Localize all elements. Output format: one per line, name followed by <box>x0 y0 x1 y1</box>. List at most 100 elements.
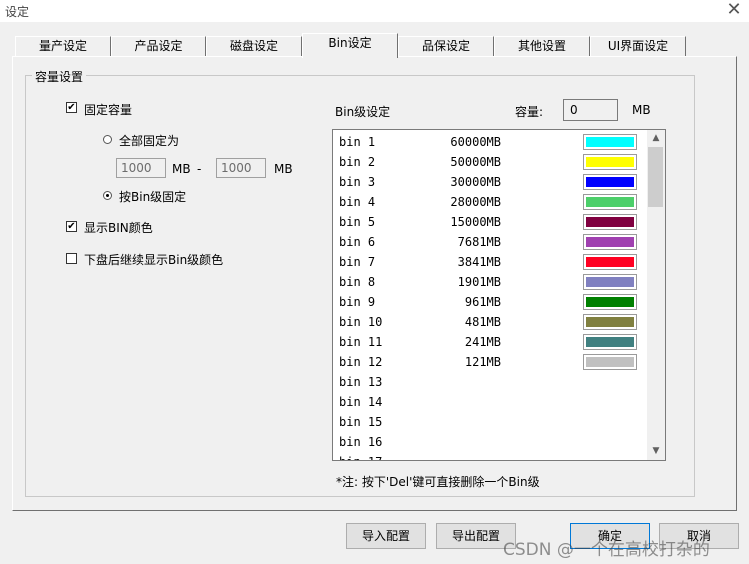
bin-color-swatch[interactable] <box>583 294 637 310</box>
list-item[interactable]: bin 15 <box>333 412 649 432</box>
bin-color-fill <box>586 317 634 327</box>
tab-other[interactable]: 其他设置 <box>494 36 590 57</box>
bin-color-swatch[interactable] <box>583 274 637 290</box>
bin-name: bin 14 <box>339 395 383 409</box>
scroll-down-icon[interactable]: ▼ <box>647 443 665 460</box>
show-bin-color-checkbox[interactable]: ✔ <box>66 221 77 232</box>
tab-disk[interactable]: 磁盘设定 <box>206 36 302 57</box>
fixed-capacity-label: 固定容量 <box>84 103 133 117</box>
range-to-input[interactable]: 1000 <box>216 158 266 178</box>
bin-name: bin 9 <box>339 295 376 309</box>
bin-color-swatch[interactable] <box>583 154 637 170</box>
list-item[interactable]: bin 8 1901MB <box>333 272 649 292</box>
bin-color-swatch[interactable] <box>583 314 637 330</box>
bin-capacity: 121MB <box>464 355 501 369</box>
bin-name: bin 6 <box>339 235 376 249</box>
bin-capacity: 50000MB <box>450 155 501 169</box>
list-item[interactable]: bin 11 241MB <box>333 332 649 352</box>
bin-color-fill <box>586 137 634 147</box>
bin-color-fill <box>586 257 634 267</box>
close-icon[interactable]: ✕ <box>722 0 746 22</box>
tab-mass-production[interactable]: 量产设定 <box>15 36 111 57</box>
bin-capacity: 3841MB <box>457 255 501 269</box>
all-fixed-label: 全部固定为 <box>119 134 180 148</box>
window-title: 设定 <box>5 5 30 19</box>
bin-name: bin 17 <box>339 455 382 460</box>
list-item[interactable]: bin 2 50000MB <box>333 152 649 172</box>
bin-name: bin 12 <box>339 355 383 369</box>
bin-capacity: 481MB <box>464 315 501 329</box>
list-item[interactable]: bin 6 7681MB <box>333 232 649 252</box>
bin-color-swatch[interactable] <box>583 254 637 270</box>
bin-list[interactable]: bin 1 60000MB bin 2 50000MB bin 3 30000MB bin … <box>332 129 666 461</box>
watermark: CSDN @一个在高校打杂的 <box>503 540 710 560</box>
list-item[interactable]: bin 16 <box>333 432 649 452</box>
import-config-button[interactable]: 导入配置 <box>346 523 426 549</box>
tab-ui[interactable]: UI界面设定 <box>590 36 686 57</box>
bin-capacity: 15000MB <box>450 215 501 229</box>
tab-product[interactable]: 产品设定 <box>111 36 206 57</box>
list-item[interactable]: bin 1 60000MB <box>333 132 649 152</box>
list-item[interactable]: bin 9 961MB <box>333 292 649 312</box>
list-item[interactable]: bin 10 481MB <box>333 312 649 332</box>
bin-name: bin 10 <box>339 315 383 329</box>
bin-list-scrollbar[interactable]: ▲ ▼ <box>647 130 665 460</box>
all-fixed-radio[interactable] <box>103 135 112 144</box>
bin-name: bin 15 <box>339 415 383 429</box>
bin-capacity: 961MB <box>464 295 501 309</box>
list-item[interactable]: bin 17 <box>333 452 649 460</box>
bin-capacity: 1901MB <box>457 275 501 289</box>
bin-capacity: 241MB <box>464 335 501 349</box>
list-item[interactable]: bin 4 28000MB <box>333 192 649 212</box>
bin-color-fill <box>586 277 634 287</box>
tab-bin[interactable]: Bin设定 <box>302 33 398 58</box>
capacity-input[interactable]: 0 <box>563 99 618 121</box>
bin-color-swatch[interactable] <box>583 354 637 370</box>
bin-color-fill <box>586 357 634 367</box>
by-bin-label: 按Bin级固定 <box>119 190 187 204</box>
bin-color-swatch[interactable] <box>583 334 637 350</box>
bin-capacity: 60000MB <box>450 135 501 149</box>
continue-show-color-checkbox[interactable] <box>66 253 77 264</box>
bin-name: bin 8 <box>339 275 376 289</box>
range-from-input[interactable]: 1000 <box>116 158 166 178</box>
tab-qa[interactable]: 品保设定 <box>398 36 494 57</box>
bin-name: bin 5 <box>339 215 376 229</box>
bin-name: bin 16 <box>339 435 383 449</box>
scroll-thumb[interactable] <box>648 147 663 207</box>
bin-color-fill <box>586 177 634 187</box>
title-bar <box>0 0 749 22</box>
bin-name: bin 2 <box>339 155 376 169</box>
list-item[interactable]: bin 14 <box>333 392 649 412</box>
bin-color-swatch[interactable] <box>583 134 637 150</box>
list-item[interactable]: bin 12 121MB <box>333 352 649 372</box>
continue-show-color-label: 下盘后继续显示Bin级颜色 <box>84 253 224 267</box>
capacity-label: 容量: <box>515 105 544 119</box>
bin-color-fill <box>586 157 634 167</box>
bin-color-swatch[interactable] <box>583 214 637 230</box>
list-item[interactable]: bin 3 30000MB <box>333 172 649 192</box>
bin-color-fill <box>586 237 634 247</box>
list-item[interactable]: bin 13 <box>333 372 649 392</box>
capacity-unit: MB <box>632 103 651 117</box>
bin-capacity: 7681MB <box>457 235 501 249</box>
list-item[interactable]: bin 5 15000MB <box>333 212 649 232</box>
bin-color-swatch[interactable] <box>583 234 637 250</box>
capacity-group-title: 容量设置 <box>32 68 87 85</box>
fixed-capacity-checkbox[interactable]: ✔ <box>66 102 77 113</box>
bin-capacity: 28000MB <box>450 195 501 209</box>
bin-color-fill <box>586 217 634 227</box>
list-item[interactable]: bin 7 3841MB <box>333 252 649 272</box>
bin-color-swatch[interactable] <box>583 174 637 190</box>
bin-name: bin 13 <box>339 375 383 389</box>
range-from-unit: MB <box>172 162 191 176</box>
scroll-up-icon[interactable]: ▲ <box>647 130 665 147</box>
bin-color-swatch[interactable] <box>583 194 637 210</box>
bin-name: bin 7 <box>339 255 376 269</box>
bin-color-fill <box>586 297 634 307</box>
range-dash: - <box>197 162 202 176</box>
by-bin-radio[interactable] <box>103 191 112 200</box>
delete-note: *注: 按下'Del'键可直接删除一个Bin级 <box>336 475 540 489</box>
show-bin-color-label: 显示BIN颜色 <box>84 221 153 235</box>
bin-name: bin 1 <box>339 135 376 149</box>
